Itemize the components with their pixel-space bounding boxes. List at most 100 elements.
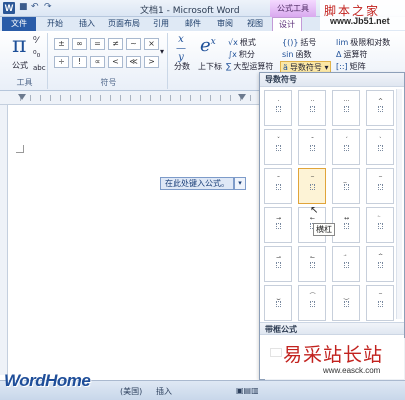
accent-option[interactable]: ⏟ (264, 285, 292, 321)
symbols-scroll-icon[interactable]: ▾ (160, 47, 164, 56)
fraction-button-label[interactable]: 分数 (174, 61, 190, 72)
accent-option[interactable]: ^ (366, 90, 394, 126)
large-operator-label: 大型运算符 (233, 62, 274, 71)
tab-review[interactable]: 审阅 (212, 17, 238, 31)
integral-button[interactable]: ∫x 积分 (228, 49, 255, 60)
view-buttons-icon[interactable]: ▣▤▥ (236, 386, 259, 395)
accent-option[interactable]: ··· (332, 90, 360, 126)
accent-glyph: · (277, 98, 280, 105)
bracket-button[interactable]: {()} 括号 (282, 37, 316, 48)
right-indent-marker[interactable] (238, 94, 246, 100)
save-icon[interactable]: ■ (19, 2, 28, 12)
symbol-not-equal[interactable]: ≠ (108, 38, 123, 50)
symbol-divide[interactable]: ÷ (54, 56, 69, 68)
accent-option[interactable]: · (264, 90, 292, 126)
symbol-plus-minus[interactable]: ± (54, 38, 69, 50)
accent-option[interactable]: ˇ (264, 129, 292, 165)
tab-page-layout[interactable]: 页面布局 (104, 17, 144, 31)
accent-glyph: ˘ (311, 137, 314, 144)
linear-icon[interactable]: ⁰₀ (33, 50, 40, 60)
placeholder-box-icon (310, 145, 315, 151)
accent-option[interactable]: ⃐ (366, 207, 394, 243)
symbols-group-label: 符号 (100, 78, 117, 87)
equation-placeholder[interactable]: 在此处键入公式。 ▾ (160, 177, 246, 190)
fraction-icon[interactable]: x — y (176, 35, 186, 63)
symbol-greater-than[interactable]: > (144, 56, 159, 68)
tab-references[interactable]: 引用 (148, 17, 174, 31)
gallery-scrollbar[interactable] (396, 89, 402, 319)
tab-mailings[interactable]: 邮件 (180, 17, 206, 31)
accent-glyph: ‾ (311, 176, 314, 183)
limit-log-button[interactable]: lim 极限和对数 (336, 37, 390, 48)
status-insert-mode[interactable]: 插入 (156, 386, 172, 397)
vertical-ruler[interactable] (0, 105, 8, 375)
accent-option[interactable]: ↼ (298, 246, 326, 282)
tab-view[interactable]: 视图 (242, 17, 268, 31)
accent-option[interactable]: ̲ (332, 168, 360, 204)
symbol-infinity[interactable]: ∞ (72, 38, 87, 50)
bracket-label: 括号 (300, 38, 317, 47)
document-page[interactable]: 在此处键入公式。 ▾ (8, 105, 260, 375)
accent-glyph: ` (379, 137, 382, 144)
accent-option[interactable]: ˜ (264, 168, 292, 204)
word-app-icon[interactable]: W (3, 2, 15, 14)
pi-icon[interactable]: π (12, 33, 26, 58)
normal-text-button[interactable]: abc (33, 64, 46, 72)
placeholder-box-icon (344, 106, 349, 112)
tab-design[interactable]: 设计 (272, 17, 302, 32)
accent-option[interactable]: ‾ (366, 285, 394, 321)
placeholder-box-icon (344, 145, 349, 151)
accent-option[interactable]: ‾ (298, 168, 326, 204)
placeholder-box-icon (378, 106, 383, 112)
large-operator-button[interactable]: ∑ 大型运算符 (226, 61, 273, 72)
accent-option[interactable]: ⏝ (332, 285, 360, 321)
symbol-tilde[interactable]: ~ (126, 38, 141, 50)
matrix-button[interactable]: [::] 矩阵 (336, 61, 366, 72)
accent-option[interactable]: → (264, 207, 292, 243)
operator-button[interactable]: Δ 运算符 (336, 49, 367, 60)
equation-options-dropdown[interactable]: ▾ (234, 177, 246, 190)
redo-icon[interactable]: ↷ (44, 2, 52, 12)
equation-placeholder-text: 在此处键入公式。 (165, 179, 229, 188)
integral-label: 积分 (238, 50, 255, 59)
accent-option[interactable]: ⃗ (332, 246, 360, 282)
accent-option[interactable]: ⏞ (366, 246, 394, 282)
accent-glyph: ‾ (379, 176, 382, 183)
symbol-factorial[interactable]: ! (72, 56, 87, 68)
placeholder-box-icon (310, 184, 315, 190)
ruler-ticks (20, 95, 256, 101)
script-button-label[interactable]: 上下标 (198, 61, 222, 72)
professional-icon[interactable]: ⁰⁄ (33, 36, 38, 46)
undo-icon[interactable]: ↶ (31, 2, 39, 12)
accent-option[interactable]: ´ (332, 129, 360, 165)
horizontal-ruler[interactable] (0, 91, 260, 105)
tab-insert[interactable]: 插入 (74, 17, 100, 31)
accent-glyph: ̲ (342, 177, 351, 182)
accent-glyph: ´ (345, 137, 348, 144)
tab-home[interactable]: 开始 (42, 17, 68, 31)
accent-option[interactable]: ` (366, 129, 394, 165)
placeholder-box-icon (310, 262, 315, 268)
accent-option[interactable]: ⏜ (298, 285, 326, 321)
symbol-proportional[interactable]: ∝ (90, 56, 105, 68)
symbol-times[interactable]: × (144, 38, 159, 50)
accent-option[interactable]: ·· (298, 90, 326, 126)
matrix-label: 矩阵 (349, 62, 366, 71)
script-icon[interactable]: ex (200, 35, 216, 56)
accent-glyph: ← (309, 215, 316, 222)
accent-option[interactable]: ⇀ (264, 246, 292, 282)
accent-option[interactable]: ˘ (298, 129, 326, 165)
equation-button-label[interactable]: 公式 (12, 60, 28, 71)
radical-button[interactable]: √x 根式 (228, 37, 256, 48)
accent-option[interactable]: ↔ (332, 207, 360, 243)
function-button[interactable]: sin 函数 (282, 49, 311, 60)
accent-option[interactable]: ‾ (366, 168, 394, 204)
symbol-less-than[interactable]: < (108, 56, 123, 68)
left-indent-marker[interactable] (18, 94, 26, 100)
symbol-equals[interactable]: = (90, 38, 105, 50)
equation-tools-context-label: 公式工具 (270, 0, 316, 17)
placeholder-box-icon (344, 262, 349, 268)
tab-file[interactable]: 文件 (2, 17, 36, 31)
symbol-much-less[interactable]: ≪ (126, 56, 141, 68)
status-language[interactable]: (美国) (120, 386, 142, 397)
